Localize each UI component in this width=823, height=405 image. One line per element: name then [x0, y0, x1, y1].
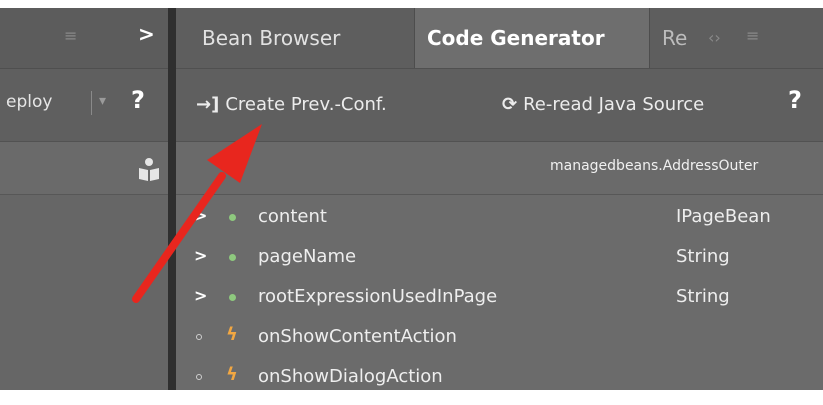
code-generator-toolbar: →] Create Prev.-Conf. ⟳ Re-read Java Sourc… — [176, 69, 823, 142]
property-dot-icon — [229, 214, 236, 221]
property-dot-icon — [229, 254, 236, 261]
property-dot-icon — [229, 294, 236, 301]
deploy-button[interactable]: eploy — [6, 92, 52, 112]
tab-code-generator[interactable]: Code Generator — [414, 8, 650, 68]
left-panel: ≡ > eploy ▾ ? — [0, 8, 168, 390]
list-item[interactable]: > rootExpressionUsedInPage String — [176, 278, 823, 318]
enter-arrow-icon: →] — [196, 94, 220, 115]
left-panel-header: ≡ > — [0, 8, 168, 69]
bean-path-bar: managedbeans.AddressOuter — [176, 142, 823, 195]
left-panel-row — [0, 142, 168, 195]
member-type: String — [676, 286, 730, 307]
refresh-icon: ⟳ — [502, 94, 518, 115]
hamburger-icon[interactable]: ≡ — [64, 26, 77, 45]
chevron-right-icon[interactable]: > — [138, 22, 155, 46]
create-prev-conf-button[interactable]: →] Create Prev.-Conf. — [196, 69, 387, 141]
tab-bean-browser[interactable]: Bean Browser — [190, 8, 414, 68]
member-name: pageName — [258, 246, 357, 267]
list-item[interactable]: > pageName String — [176, 238, 823, 278]
list-item[interactable]: ϟ onShowContentAction — [176, 318, 823, 358]
member-name: rootExpressionUsedInPage — [258, 286, 498, 307]
bullet-icon — [196, 374, 202, 380]
right-panel: Bean Browser Code Generator Re ‹› ≡ →] Cr… — [176, 8, 823, 390]
caret-down-icon[interactable]: ▾ — [99, 93, 106, 109]
tab-re[interactable]: Re — [650, 8, 704, 68]
member-name: onShowContentAction — [258, 326, 457, 347]
left-toolbar: eploy ▾ ? — [0, 69, 168, 142]
chevron-right-icon[interactable]: > — [194, 206, 207, 225]
tab-menu-icon[interactable]: ≡ — [746, 26, 759, 45]
list-item[interactable]: > content IPageBean — [176, 198, 823, 238]
lightning-icon: ϟ — [226, 364, 238, 385]
tab-bar: Bean Browser Code Generator Re ‹› ≡ — [176, 8, 823, 69]
bean-class-path: managedbeans.AddressOuter — [550, 158, 759, 174]
chevron-right-icon[interactable]: > — [194, 286, 207, 305]
reread-java-source-button[interactable]: ⟳ Re-read Java Source — [502, 69, 704, 141]
help-button-left[interactable]: ? — [131, 86, 145, 114]
create-prev-conf-label: Create Prev.-Conf. — [225, 94, 387, 115]
person-book-icon[interactable] — [138, 157, 160, 181]
member-name: onShowDialogAction — [258, 366, 443, 387]
member-type: String — [676, 246, 730, 267]
chevron-right-icon[interactable]: > — [194, 246, 207, 265]
member-list: > content IPageBean > pageName String > … — [176, 198, 823, 390]
member-name: content — [258, 206, 327, 227]
member-type: IPageBean — [676, 206, 771, 227]
reread-java-source-label: Re-read Java Source — [523, 94, 705, 115]
deploy-separator — [91, 91, 92, 115]
help-button[interactable]: ? — [788, 86, 802, 114]
panel-divider[interactable] — [168, 8, 176, 390]
app-window: ≡ > eploy ▾ ? Bean Browser Code Generato… — [0, 8, 823, 390]
list-item[interactable]: ϟ onShowDialogAction — [176, 358, 823, 390]
bullet-icon — [196, 334, 202, 340]
tab-scroll-arrows-icon[interactable]: ‹› — [708, 28, 721, 47]
lightning-icon: ϟ — [226, 324, 238, 345]
